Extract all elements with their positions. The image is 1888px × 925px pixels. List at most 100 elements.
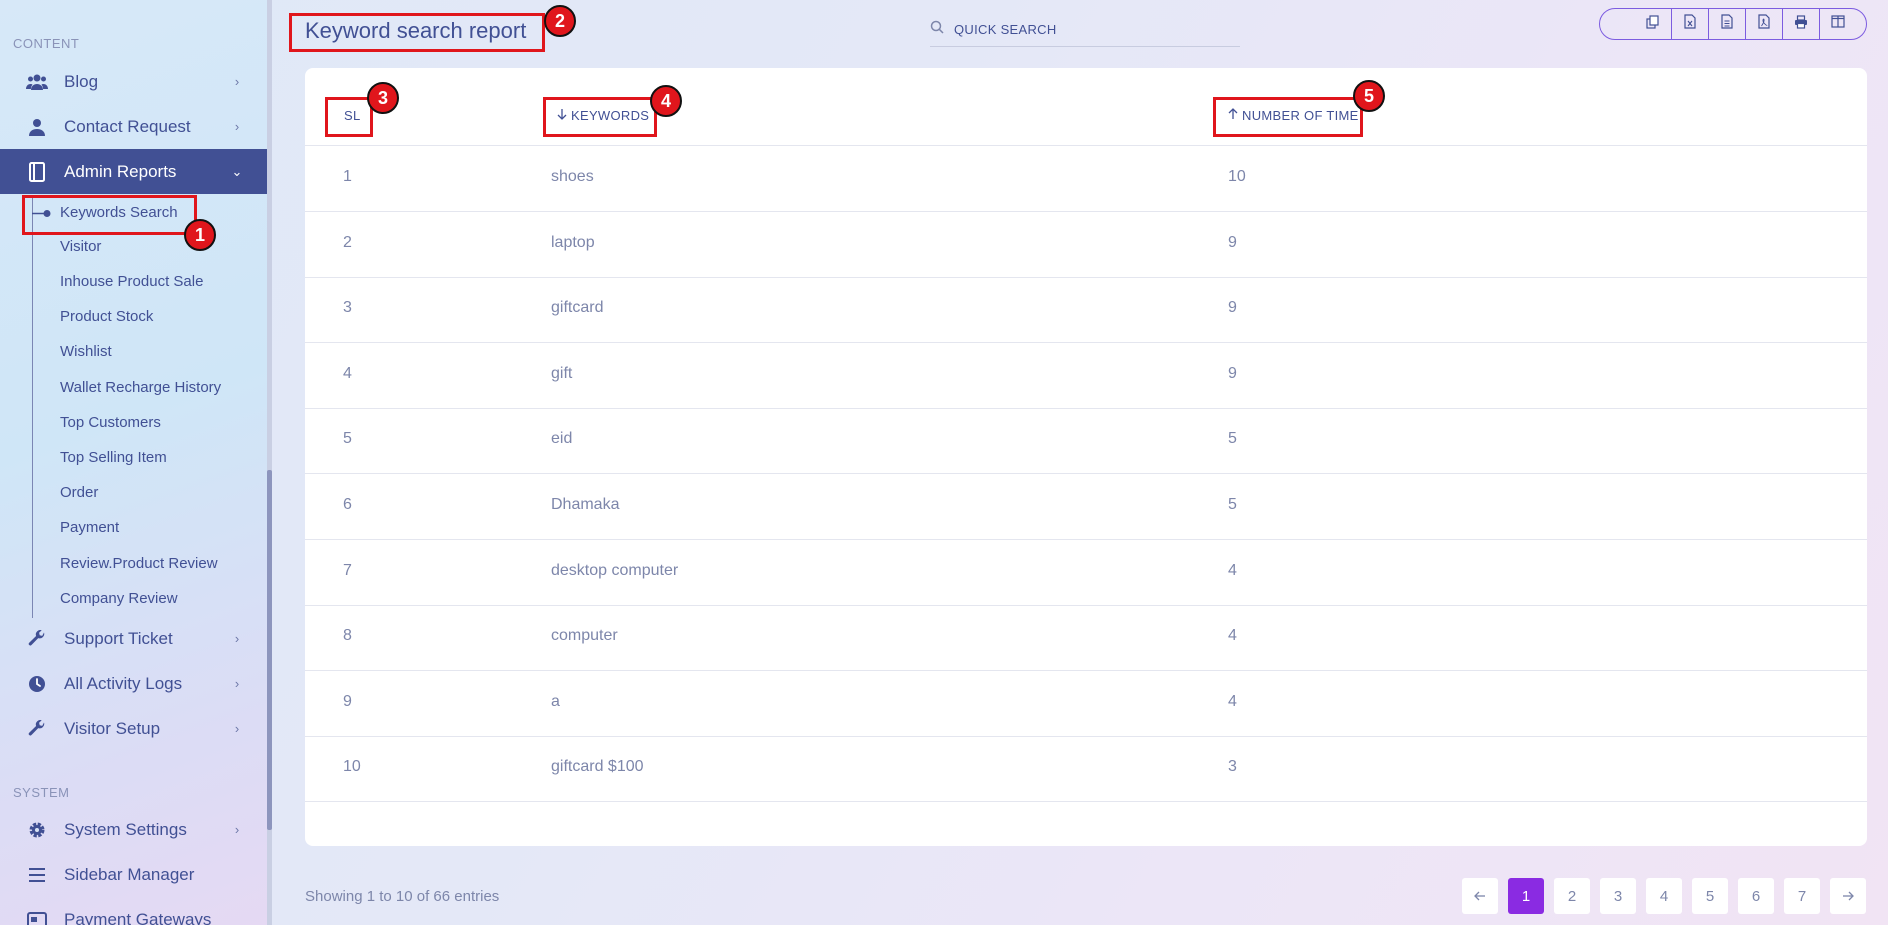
cell-keyword: Dhamaka	[551, 496, 620, 513]
cell-count: 4	[1228, 627, 1237, 644]
submenu-item-visitor[interactable]: Visitor	[60, 236, 101, 258]
cell-keyword: desktop computer	[551, 562, 679, 579]
submenu-item-company-review[interactable]: Company Review	[60, 588, 178, 610]
menu-icon	[26, 864, 48, 886]
page-button-1[interactable]: 1	[1508, 878, 1544, 914]
submenu-item-top-customers[interactable]: Top Customers	[60, 412, 161, 434]
table-row: 6 Dhamaka 5	[305, 474, 1867, 540]
submenu-item-product-stock[interactable]: Product Stock	[60, 306, 153, 328]
columns-button[interactable]	[1819, 9, 1856, 39]
sidebar-item-sidebar-manager[interactable]: Sidebar Manager	[0, 852, 267, 897]
table-row: 5 eid 5	[305, 408, 1867, 474]
clock-icon	[26, 673, 48, 695]
prev-page-button[interactable]	[1462, 878, 1498, 914]
cell-sl: 4	[343, 365, 352, 382]
search-icon	[930, 20, 944, 39]
sidebar-scrollbar[interactable]	[267, 0, 272, 925]
annotation-box-1	[22, 195, 197, 235]
chevron-right-icon: ›	[234, 119, 240, 134]
pdf-button[interactable]	[1745, 9, 1782, 39]
sidebar-item-contact-request[interactable]: Contact Request ›	[0, 104, 267, 149]
cell-keyword: giftcard $100	[551, 758, 644, 775]
page-button-7[interactable]: 7	[1784, 878, 1820, 914]
excel-icon	[1684, 14, 1696, 34]
page-button-5[interactable]: 5	[1692, 878, 1728, 914]
arrow-left-icon	[1474, 888, 1486, 905]
sidebar-item-label: Contact Request	[64, 116, 191, 136]
csv-icon	[1721, 14, 1733, 34]
cell-sl: 1	[343, 168, 352, 185]
sidebar-item-label: Admin Reports	[64, 161, 177, 181]
page-button-2[interactable]: 2	[1554, 878, 1590, 914]
sidebar-item-all-activity-logs[interactable]: All Activity Logs ›	[0, 661, 267, 706]
arrow-right-icon	[1842, 888, 1854, 905]
chevron-right-icon: ›	[234, 74, 240, 89]
cell-count: 5	[1228, 496, 1237, 513]
table-row: 8 computer 4	[305, 605, 1867, 671]
annotation-box-2	[289, 13, 545, 52]
entries-info: Showing 1 to 10 of 66 entries	[305, 888, 500, 905]
cell-sl: 10	[343, 758, 361, 775]
chevron-right-icon: ›	[234, 676, 240, 691]
section-label-system: SYSTEM	[13, 785, 70, 800]
copy-button[interactable]	[1634, 9, 1671, 39]
submenu-line	[32, 198, 33, 618]
cell-sl: 9	[343, 693, 352, 710]
chevron-right-icon: ›	[234, 721, 240, 736]
table-row: 9 a 4	[305, 671, 1867, 737]
csv-button[interactable]	[1708, 9, 1745, 39]
submenu-item-product-review[interactable]: Review.Product Review	[60, 553, 218, 575]
users-icon	[26, 71, 48, 93]
table-row: 7 desktop computer 4	[305, 540, 1867, 606]
quick-search[interactable]	[930, 12, 1240, 47]
next-page-button[interactable]	[1830, 878, 1866, 914]
cell-count: 9	[1228, 234, 1237, 251]
submenu-item-wallet-recharge-history[interactable]: Wallet Recharge History	[60, 377, 221, 399]
page-button-3[interactable]: 3	[1600, 878, 1636, 914]
section-label-content: CONTENT	[13, 36, 80, 51]
annotation-box-5	[1213, 97, 1363, 137]
sidebar-item-system-settings[interactable]: System Settings ›	[0, 807, 267, 852]
page-button-6[interactable]: 6	[1738, 878, 1774, 914]
pagination: 1 2 3 4 5 6 7	[1462, 878, 1866, 914]
sidebar-item-payment-gateways[interactable]: Payment Gateways	[0, 897, 267, 925]
cell-count: 4	[1228, 693, 1237, 710]
cell-count: 3	[1228, 758, 1237, 775]
columns-icon	[1831, 15, 1845, 33]
sidebar-item-visitor-setup[interactable]: Visitor Setup ›	[0, 706, 267, 751]
annotation-badge-2: 2	[544, 5, 576, 37]
cell-sl: 7	[343, 562, 352, 579]
search-input[interactable]	[954, 21, 1214, 37]
annotation-badge-5: 5	[1353, 80, 1385, 112]
cell-count: 9	[1228, 365, 1237, 382]
table-row: 10 giftcard $100 3	[305, 736, 1867, 802]
sidebar-item-label: System Settings	[64, 819, 187, 839]
copy-icon	[1645, 14, 1660, 34]
excel-button[interactable]	[1671, 9, 1708, 39]
submenu-item-payment[interactable]: Payment	[60, 517, 119, 539]
sidebar-item-support-ticket[interactable]: Support Ticket ›	[0, 616, 267, 661]
pdf-icon	[1758, 14, 1770, 34]
sidebar-item-label: Support Ticket	[64, 628, 173, 648]
export-toolbar	[1599, 8, 1867, 40]
scrollbar-thumb[interactable]	[267, 470, 272, 830]
cell-keyword: computer	[551, 627, 618, 644]
print-button[interactable]	[1782, 9, 1819, 39]
annotation-badge-3: 3	[367, 82, 399, 114]
table-row: 4 gift 9	[305, 343, 1867, 409]
sidebar-item-blog[interactable]: Blog ›	[0, 59, 267, 104]
sidebar-item-label: Sidebar Manager	[64, 864, 195, 884]
sidebar-item-admin-reports[interactable]: Admin Reports ⌄	[0, 149, 267, 194]
submenu-item-inhouse-product-sale[interactable]: Inhouse Product Sale	[60, 271, 203, 293]
page-button-4[interactable]: 4	[1646, 878, 1682, 914]
chevron-right-icon: ›	[234, 822, 240, 837]
submenu-item-order[interactable]: Order	[60, 482, 98, 504]
wrench-icon	[26, 628, 48, 650]
annotation-box-3	[325, 97, 373, 137]
cell-keyword: gift	[551, 365, 573, 382]
cell-count: 5	[1228, 430, 1237, 447]
submenu-item-top-selling-item[interactable]: Top Selling Item	[60, 447, 167, 469]
annotation-badge-1: 1	[184, 219, 216, 251]
cell-sl: 2	[343, 234, 352, 251]
submenu-item-wishlist[interactable]: Wishlist	[60, 341, 112, 363]
